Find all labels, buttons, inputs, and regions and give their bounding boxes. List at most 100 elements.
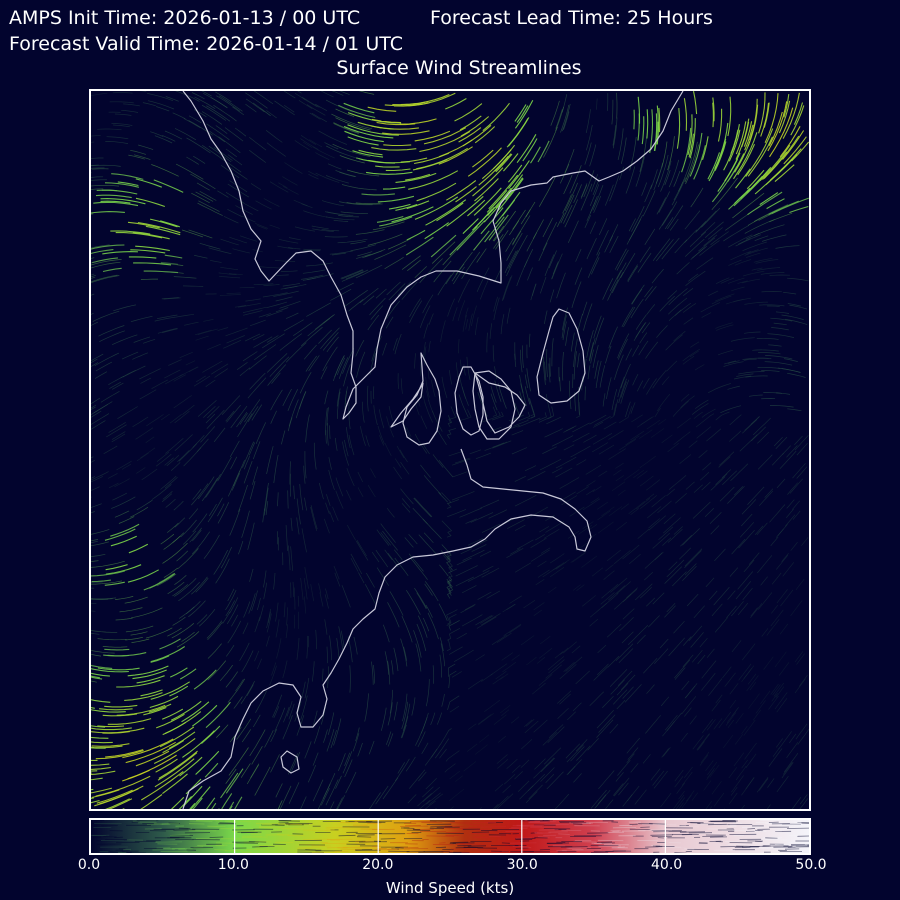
streamline — [475, 452, 492, 460]
streamline — [99, 708, 133, 711]
streamline — [227, 154, 243, 166]
streamline — [382, 130, 430, 135]
streamline — [770, 536, 779, 547]
streamline — [306, 302, 331, 317]
streamline — [551, 338, 554, 367]
streamline — [239, 642, 250, 662]
streamline — [329, 511, 335, 523]
streamline — [216, 724, 229, 738]
streamline — [287, 417, 293, 432]
streamline — [213, 549, 229, 575]
streamline — [705, 577, 715, 588]
wind-streamline-map[interactable] — [89, 89, 811, 811]
colorbar-streak — [189, 820, 213, 822]
streamline — [441, 520, 453, 538]
streamline — [727, 277, 745, 284]
streamline — [459, 115, 482, 131]
streamline — [91, 553, 106, 557]
streamline — [686, 593, 699, 607]
streamline — [710, 476, 726, 491]
streamline — [315, 103, 328, 112]
streamline — [701, 207, 721, 228]
streamline — [310, 505, 318, 530]
streamline — [91, 353, 104, 362]
streamline — [622, 608, 635, 620]
streamline — [150, 681, 190, 700]
streamline — [533, 602, 545, 611]
colorbar-label: Wind Speed (kts) — [385, 879, 515, 897]
streamline — [689, 350, 699, 358]
streamline — [305, 355, 317, 372]
streamline — [91, 630, 118, 633]
streamline — [413, 497, 432, 518]
streamline — [786, 499, 795, 509]
streamline — [764, 488, 774, 498]
streamline — [380, 523, 396, 543]
streamline — [589, 221, 597, 235]
streamline — [617, 489, 626, 496]
streamline — [763, 656, 774, 670]
streamline — [208, 247, 232, 255]
streamline — [727, 719, 735, 729]
streamline — [234, 127, 247, 137]
streamline — [298, 100, 313, 110]
streamline — [267, 364, 287, 386]
streamline — [737, 602, 749, 616]
streamline — [409, 298, 421, 317]
streamline — [197, 202, 223, 216]
streamline — [446, 499, 460, 509]
streamline — [773, 436, 783, 447]
streamline — [646, 479, 661, 491]
streamline — [282, 660, 288, 679]
streamline — [195, 577, 209, 593]
colorbar-streak — [733, 822, 743, 824]
streamline — [538, 406, 555, 423]
streamline — [399, 449, 408, 463]
streamline — [455, 576, 475, 587]
streamline — [250, 763, 260, 779]
streamline — [527, 397, 536, 420]
streamline — [631, 414, 643, 423]
streamline — [652, 238, 671, 262]
streamline — [218, 136, 241, 153]
streamline — [768, 200, 800, 215]
streamline — [159, 638, 181, 650]
streamline — [713, 792, 725, 807]
streamline — [100, 390, 120, 403]
streamline — [476, 248, 487, 263]
streamline — [277, 245, 293, 250]
streamline — [384, 257, 404, 270]
streamline — [778, 731, 792, 750]
streamline — [681, 680, 690, 691]
streamline — [325, 216, 355, 221]
streamline — [566, 744, 584, 763]
streamline — [439, 564, 449, 577]
streamline — [513, 419, 529, 427]
streamline — [198, 608, 216, 627]
streamline — [371, 661, 374, 685]
streamline — [628, 500, 646, 515]
streamline — [458, 394, 469, 418]
streamline — [147, 93, 174, 102]
streamline — [792, 500, 800, 510]
streamline — [160, 533, 175, 545]
streamline — [442, 242, 465, 266]
streamline — [428, 313, 434, 325]
streamline — [412, 158, 448, 171]
streamline — [719, 451, 735, 466]
streamline — [603, 570, 615, 580]
streamline — [661, 237, 680, 260]
streamline — [739, 434, 758, 452]
streamline — [750, 607, 758, 617]
streamline — [506, 262, 513, 277]
streamline — [668, 561, 678, 571]
streamline — [668, 637, 685, 657]
streamline — [652, 369, 667, 389]
streamline — [627, 264, 638, 281]
streamline — [462, 124, 492, 147]
streamline — [232, 248, 250, 254]
streamline — [637, 252, 652, 273]
streamline — [182, 785, 203, 807]
streamline — [279, 785, 292, 809]
streamline — [756, 337, 779, 340]
